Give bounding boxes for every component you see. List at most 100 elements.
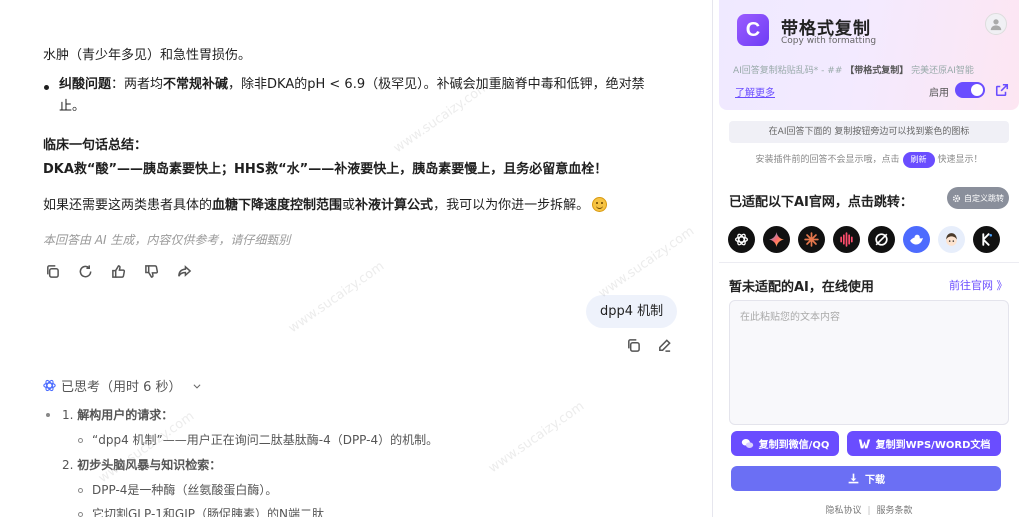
paste-textarea[interactable]: 在此粘贴您的文本内容: [729, 300, 1009, 425]
grok-icon[interactable]: [868, 226, 895, 253]
gemini-icon[interactable]: [763, 226, 790, 253]
summary-title: 临床一句话总结：: [43, 138, 148, 153]
regenerate-icon[interactable]: [76, 262, 94, 280]
answer-text: 水肿（青少年多见）和急性胃损伤。: [43, 48, 252, 63]
list-sub-bullet: [78, 512, 83, 517]
step-index: 2.: [62, 458, 74, 472]
thinking-label: 已思考（用时 6 秒）: [61, 380, 182, 395]
copy-to-wechat-label: 复制到微信/QQ: [758, 440, 830, 451]
footer-separator: |: [867, 506, 871, 516]
answer-actions: [43, 262, 193, 280]
hint-text-2: 快速显示！: [937, 155, 983, 165]
chatgpt-icon[interactable]: [728, 226, 755, 253]
thumbs-down-icon[interactable]: [142, 262, 160, 280]
enable-toggle[interactable]: [955, 82, 985, 98]
copy-to-wps-label: 复制到WPS/WORD文档: [875, 440, 991, 451]
followup-line: 如果还需要这两类患者具体的血糖下降速度控制范围或补液计算公式，我可以为你进一步拆…: [43, 195, 608, 217]
gear-icon: [952, 194, 961, 202]
copy-icon[interactable]: [43, 262, 61, 280]
panel-footer: 隐私协议 | 服务条款: [713, 503, 1024, 516]
doubao-voice-icon[interactable]: [833, 226, 860, 253]
ai-site-list: [728, 226, 1000, 253]
hint-text: 安装插件前的回答不会显示哦，点击: [755, 155, 900, 165]
privacy-link[interactable]: 隐私协议: [825, 506, 861, 516]
refresh-hint: 安装插件前的回答不会显示哦，点击 刷新 快速显示！: [729, 151, 1009, 169]
answer-line: 水肿（青少年多见）和急性胃损伤。: [43, 45, 251, 67]
thinking-step-1-sub: “dpp4 机制”——用户正在询问二肽基肽酶-4（DPP-4）的机制。: [92, 433, 439, 447]
app-logo: C: [737, 14, 769, 46]
bullet-bold: 不常规补碱: [163, 77, 229, 92]
bullet-text-2: ，除非DKA的pH < 6.9（极罕见）。补碱会加重脑脊中毒和低钾，绝对禁: [228, 77, 645, 92]
claude-icon[interactable]: [798, 226, 825, 253]
user-avatar[interactable]: [985, 13, 1007, 35]
custom-jump-button[interactable]: 自定义跳转: [947, 187, 1009, 209]
terms-link[interactable]: 服务条款: [877, 506, 913, 516]
panel-header: C 带格式复制 Copy with formatting AI回答复制粘贴乱码*…: [719, 0, 1019, 110]
wps-icon: [858, 439, 870, 449]
followup-bold-2: 补液计算公式: [355, 198, 434, 213]
chevron-down-icon: [193, 383, 201, 389]
user-message-bubble: dpp4 机制: [586, 295, 678, 328]
thinking-step-2: 2. 初步头脑风暴与知识检索：: [62, 453, 221, 477]
bullet-lead: 纠酸问题: [59, 77, 112, 92]
thinking-step-2-sub-2: 它切割GLP-1和GIP（肠促胰素）的N端二肽: [92, 507, 324, 517]
followup-text: 如果还需要这两类患者具体的: [43, 198, 213, 213]
list-sub-bullet: [78, 438, 83, 443]
chat-area: 水肿（青少年多见）和急性胃损伤。 纠酸问题：两者均不常规补碱，除非DKA的pH …: [0, 0, 712, 517]
watermark: www.sucaizy.com: [285, 258, 388, 337]
thumbs-up-icon[interactable]: [109, 262, 127, 280]
copy-to-wps-button[interactable]: 复制到WPS/WORD文档: [847, 431, 1001, 456]
step-title: 初步头脑风暴与知识检索：: [77, 458, 222, 472]
custom-jump-label: 自定义跳转: [964, 193, 1004, 203]
smile-emoji-icon: [592, 197, 608, 212]
refresh-button[interactable]: 刷新: [902, 152, 935, 168]
step-index: 1.: [62, 408, 74, 422]
user-icon: [990, 19, 1002, 31]
copy-icon[interactable]: [626, 338, 641, 357]
hint-box: 在AI回答下面的 复制按钮旁边可以找到紫色的图标: [729, 121, 1009, 143]
marquee-pre: AI回答复制粘贴乱码* - ##: [733, 66, 846, 76]
bullet-item: 纠酸问题：两者均不常规补碱，除非DKA的pH < 6.9（极罕见）。补碱会加重脑…: [59, 74, 659, 118]
copy-to-wechat-button[interactable]: 复制到微信/QQ: [731, 431, 839, 456]
goto-official-link[interactable]: 前往官网 》: [949, 277, 1008, 293]
user-message-actions: [626, 338, 672, 357]
ai-disclaimer: 本回答由 AI 生成，内容仅供参考，请仔细甄别: [43, 233, 291, 247]
unadapted-title: 暂未适配的AI，在线使用: [729, 280, 874, 295]
list-sub-bullet: [78, 488, 83, 493]
thinking-step-2-sub: DPP-4是一种酶（丝氨酸蛋白酶）。: [92, 483, 278, 497]
textarea-placeholder: 在此粘贴您的文本内容: [740, 312, 840, 323]
download-button[interactable]: 下载: [731, 466, 1001, 491]
list-bullet: [46, 413, 50, 417]
marquee-post: 完美还原AI智能: [911, 66, 974, 76]
edit-icon[interactable]: [657, 338, 672, 357]
bullet-dot: [44, 85, 49, 90]
download-icon: [848, 473, 859, 484]
copy-format-panel: C 带格式复制 Copy with formatting AI回答复制粘贴乱码*…: [712, 0, 1024, 517]
learn-more-link[interactable]: 了解更多: [735, 84, 775, 99]
followup-text-2: ，我可以为你进一步拆解。: [433, 198, 590, 213]
atom-icon: [43, 379, 56, 392]
divider: [719, 262, 1019, 263]
adapted-title: 已适配以下AI官网，点击跳转：: [729, 195, 913, 210]
kimi-icon[interactable]: [973, 226, 1000, 253]
download-label: 下载: [865, 475, 885, 486]
wechat-icon: [741, 439, 753, 448]
deepseek-icon[interactable]: [903, 226, 930, 253]
share-icon[interactable]: [175, 262, 193, 280]
yuanbao-avatar-icon[interactable]: [938, 226, 965, 253]
panel-subtitle: Copy with formatting: [781, 36, 877, 46]
marquee-text: AI回答复制粘贴乱码* - ## 【带格式复制】 完美还原AI智能: [733, 63, 1015, 76]
external-link-icon[interactable]: [995, 82, 1009, 97]
enable-label: 启用: [929, 88, 949, 99]
followup-or: 或: [342, 198, 356, 213]
thinking-toggle[interactable]: 已思考（用时 6 秒）: [43, 376, 202, 395]
step-title: 解构用户的请求：: [77, 408, 174, 422]
marquee-bold: 【带格式复制】: [845, 66, 909, 76]
bullet-text: ：两者均: [111, 77, 164, 92]
watermark: www.sucaizy.com: [595, 223, 698, 302]
followup-bold: 血糖下降速度控制范围: [212, 198, 343, 213]
bullet-text-3: 止。: [59, 99, 86, 114]
summary-line: DKA救“酸”——胰岛素要快上；HHS救“水”——补液要快上，胰岛素要慢上，且务…: [43, 162, 608, 177]
thinking-step-1: 1. 解构用户的请求：: [62, 403, 173, 427]
watermark: www.sucaizy.com: [485, 398, 588, 477]
